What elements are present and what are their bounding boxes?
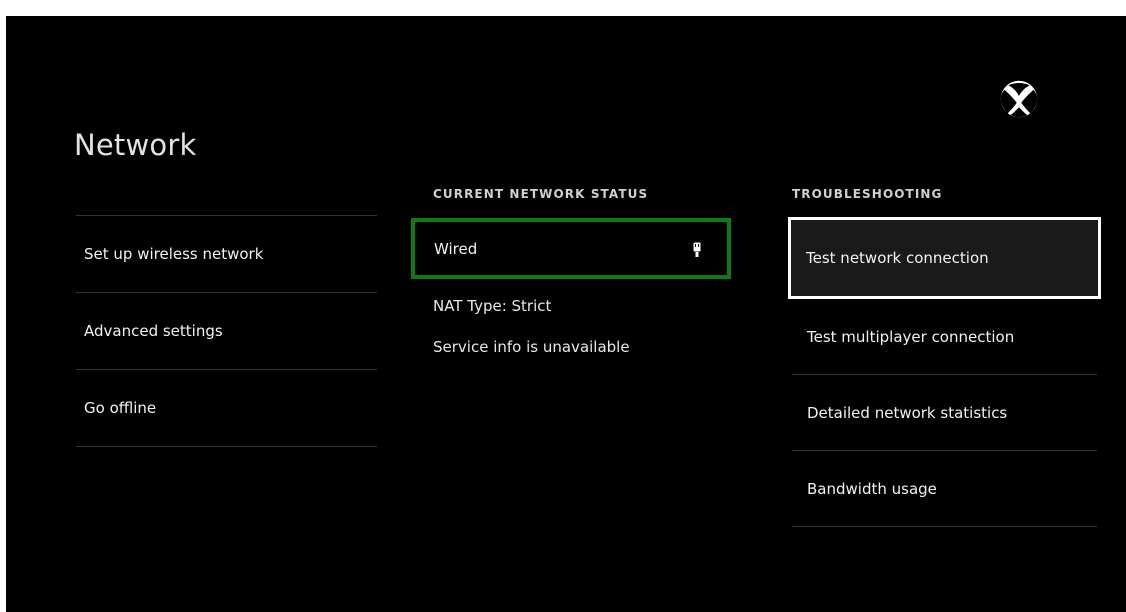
detailed-network-statistics-button[interactable]: Detailed network statistics [792, 375, 1097, 451]
menu-item-set-up-wireless-network[interactable]: Set up wireless network [76, 216, 377, 293]
network-menu: Set up wireless network Advanced setting… [76, 215, 377, 447]
bandwidth-usage-button[interactable]: Bandwidth usage [792, 451, 1097, 527]
connection-type-label: Wired [434, 239, 478, 258]
test-network-connection-button[interactable]: Test network connection [788, 217, 1101, 299]
network-settings-screen: Network Set up wireless network Advanced… [6, 16, 1126, 612]
current-network-status-heading: CURRENT NETWORK STATUS [433, 187, 649, 201]
menu-item-go-offline[interactable]: Go offline [76, 370, 377, 447]
page-title: Network [74, 128, 197, 162]
service-info-text: Service info is unavailable [433, 338, 630, 356]
nat-type-text: NAT Type: Strict [433, 297, 552, 315]
troubleshooting-menu: Test network connection Test multiplayer… [788, 217, 1101, 527]
connection-status-tile[interactable]: Wired [411, 218, 731, 279]
ethernet-plug-icon [693, 242, 701, 257]
troubleshooting-heading: TROUBLESHOOTING [792, 187, 943, 201]
menu-item-advanced-settings[interactable]: Advanced settings [76, 293, 377, 370]
xbox-logo-icon [1000, 80, 1038, 118]
test-multiplayer-connection-button[interactable]: Test multiplayer connection [792, 299, 1097, 375]
